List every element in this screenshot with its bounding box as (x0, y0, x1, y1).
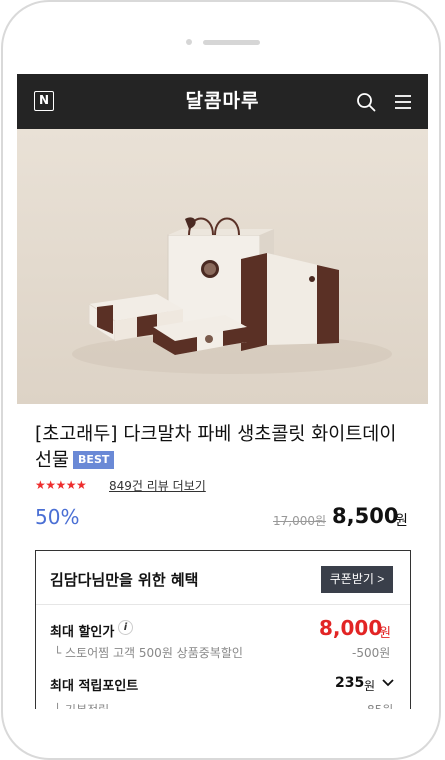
member-benefit-box: 김담다님만을 위한 혜택 쿠폰받기 > 최대 할인가 i 8,000 원 └ 스… (35, 550, 411, 709)
best-badge: BEST (73, 451, 115, 469)
base-points-label: └ 기본적립 (54, 701, 109, 709)
speaker-bar (203, 40, 260, 45)
divider (36, 604, 410, 605)
get-coupon-button[interactable]: 쿠폰받기 > (321, 566, 393, 593)
rating-stars: ★★★★★ (35, 478, 87, 492)
max-points-value: 235 (335, 675, 365, 691)
store-fav-discount-value: -500원 (352, 646, 391, 660)
review-link[interactable]: 849건 리뷰 더보기 (109, 477, 206, 494)
base-points-value: 85원 (367, 701, 393, 709)
phone-mockup: N 달콤마루 [초고래두] 다크말차 파베 생초콜릿 화이트데이 선물 BEST… (0, 0, 445, 760)
sale-price: 8,500 (332, 504, 399, 528)
hamburger-menu-icon[interactable] (394, 94, 412, 110)
max-points-label: 최대 적립포인트 (50, 679, 139, 694)
max-discount-unit: 원 (379, 626, 391, 641)
chevron-down-icon[interactable] (381, 678, 395, 688)
camera-dot (186, 39, 192, 45)
discount-rate: 50% (35, 505, 80, 529)
max-discount-price: 8,000 (319, 616, 383, 640)
search-icon[interactable] (356, 92, 376, 112)
phone-screen: N 달콤마루 [초고래두] 다크말차 파베 생초콜릿 화이트데이 선물 BEST… (17, 74, 428, 709)
product-image[interactable] (17, 129, 428, 404)
max-discount-label: 최대 할인가 (50, 625, 115, 640)
sale-price-unit: 원 (395, 513, 408, 529)
top-navigation-bar: N 달콤마루 (17, 74, 428, 129)
product-photo-gift-boxes (17, 129, 428, 404)
benefit-title: 김담다님만을 위한 혜택 (50, 571, 199, 589)
info-icon[interactable]: i (118, 620, 133, 635)
product-title: [초고래두] 다크말차 파베 생초콜릿 화이트데이 선물 BEST (35, 422, 405, 474)
original-price: 17,000원 (273, 514, 327, 528)
store-fav-discount-label: └ 스토어찜 고객 500원 상품중복할인 (54, 646, 243, 660)
max-points-unit: 원 (364, 679, 376, 693)
